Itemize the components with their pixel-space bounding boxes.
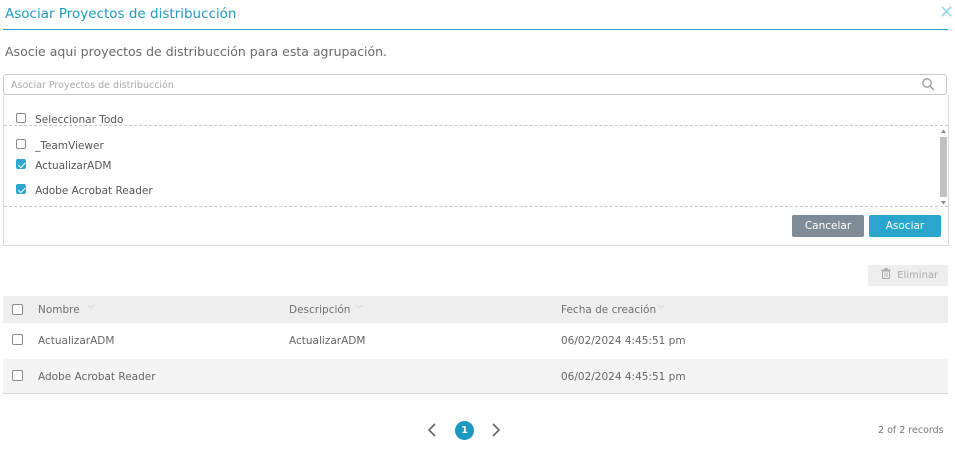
associate-button[interactable]: Asociar — [869, 215, 941, 237]
column-header-created[interactable]: Fecha de creación — [561, 304, 656, 316]
search-icon[interactable] — [921, 77, 935, 91]
cell-name: ActualizarADM — [38, 335, 115, 347]
table-row[interactable]: ActualizarADM ActualizarADM 06/02/2024 4… — [3, 323, 948, 359]
dropdown-option[interactable]: _TeamViewer — [16, 134, 104, 153]
row-checkbox[interactable] — [12, 370, 23, 381]
scrollbar-thumb — [940, 137, 947, 197]
sort-chevron-icon[interactable]: ﹀ — [87, 304, 95, 315]
search-box — [3, 74, 947, 95]
option-label: ActualizarADM — [35, 160, 112, 172]
chevron-left-icon[interactable] — [426, 422, 438, 438]
row-checkbox[interactable] — [12, 334, 23, 345]
scroll-down-icon — [941, 201, 946, 205]
search-input[interactable] — [11, 78, 901, 92]
cell-created: 06/02/2024 4:45:51 pm — [561, 371, 686, 383]
cell-name: Adobe Acrobat Reader — [38, 371, 156, 383]
option-checkbox[interactable] — [16, 139, 26, 149]
sort-chevron-icon[interactable]: ﹀ — [355, 304, 363, 315]
select-all-checkbox[interactable] — [16, 113, 26, 123]
column-header-name[interactable]: Nombre — [38, 304, 80, 316]
option-label: Adobe Acrobat Reader — [35, 185, 153, 197]
dialog-title: Asociar Proyectos de distribucción — [5, 6, 237, 22]
dropdown-divider — [4, 125, 948, 126]
dropdown-option[interactable]: Adobe Acrobat Reader — [16, 179, 153, 198]
cell-created: 06/02/2024 4:45:51 pm — [561, 335, 686, 347]
trash-icon — [881, 268, 891, 279]
cell-description: ActualizarADM — [289, 335, 366, 347]
scroll-up-icon — [941, 129, 946, 133]
select-all-rows-checkbox[interactable] — [12, 304, 23, 315]
option-checkbox[interactable] — [16, 184, 26, 194]
delete-button[interactable]: Eliminar — [868, 265, 948, 286]
records-count: 2 of 2 records — [878, 425, 944, 436]
option-label: _TeamViewer — [35, 140, 104, 152]
dialog-subtitle: Asocie aqui proyectos de distribucción p… — [5, 44, 388, 59]
cancel-button[interactable]: Cancelar — [792, 215, 864, 237]
delete-label: Eliminar — [897, 270, 939, 281]
sort-chevron-icon[interactable]: ﹀ — [657, 304, 665, 315]
chevron-right-icon[interactable] — [490, 422, 502, 438]
page-number-current[interactable]: 1 — [455, 421, 474, 440]
close-icon[interactable]: ✕ — [939, 3, 954, 23]
title-divider — [3, 29, 948, 30]
table-header: Nombre ﹀ Descripción ﹀ Fecha de creación… — [3, 296, 948, 323]
dropdown-scrollbar[interactable] — [939, 128, 948, 206]
option-checkbox[interactable] — [16, 159, 26, 169]
column-header-description[interactable]: Descripción — [289, 304, 350, 316]
table-row[interactable]: Adobe Acrobat Reader 06/02/2024 4:45:51 … — [3, 359, 948, 394]
dropdown-divider — [4, 206, 948, 207]
dropdown-option[interactable]: ActualizarADM — [16, 154, 112, 173]
